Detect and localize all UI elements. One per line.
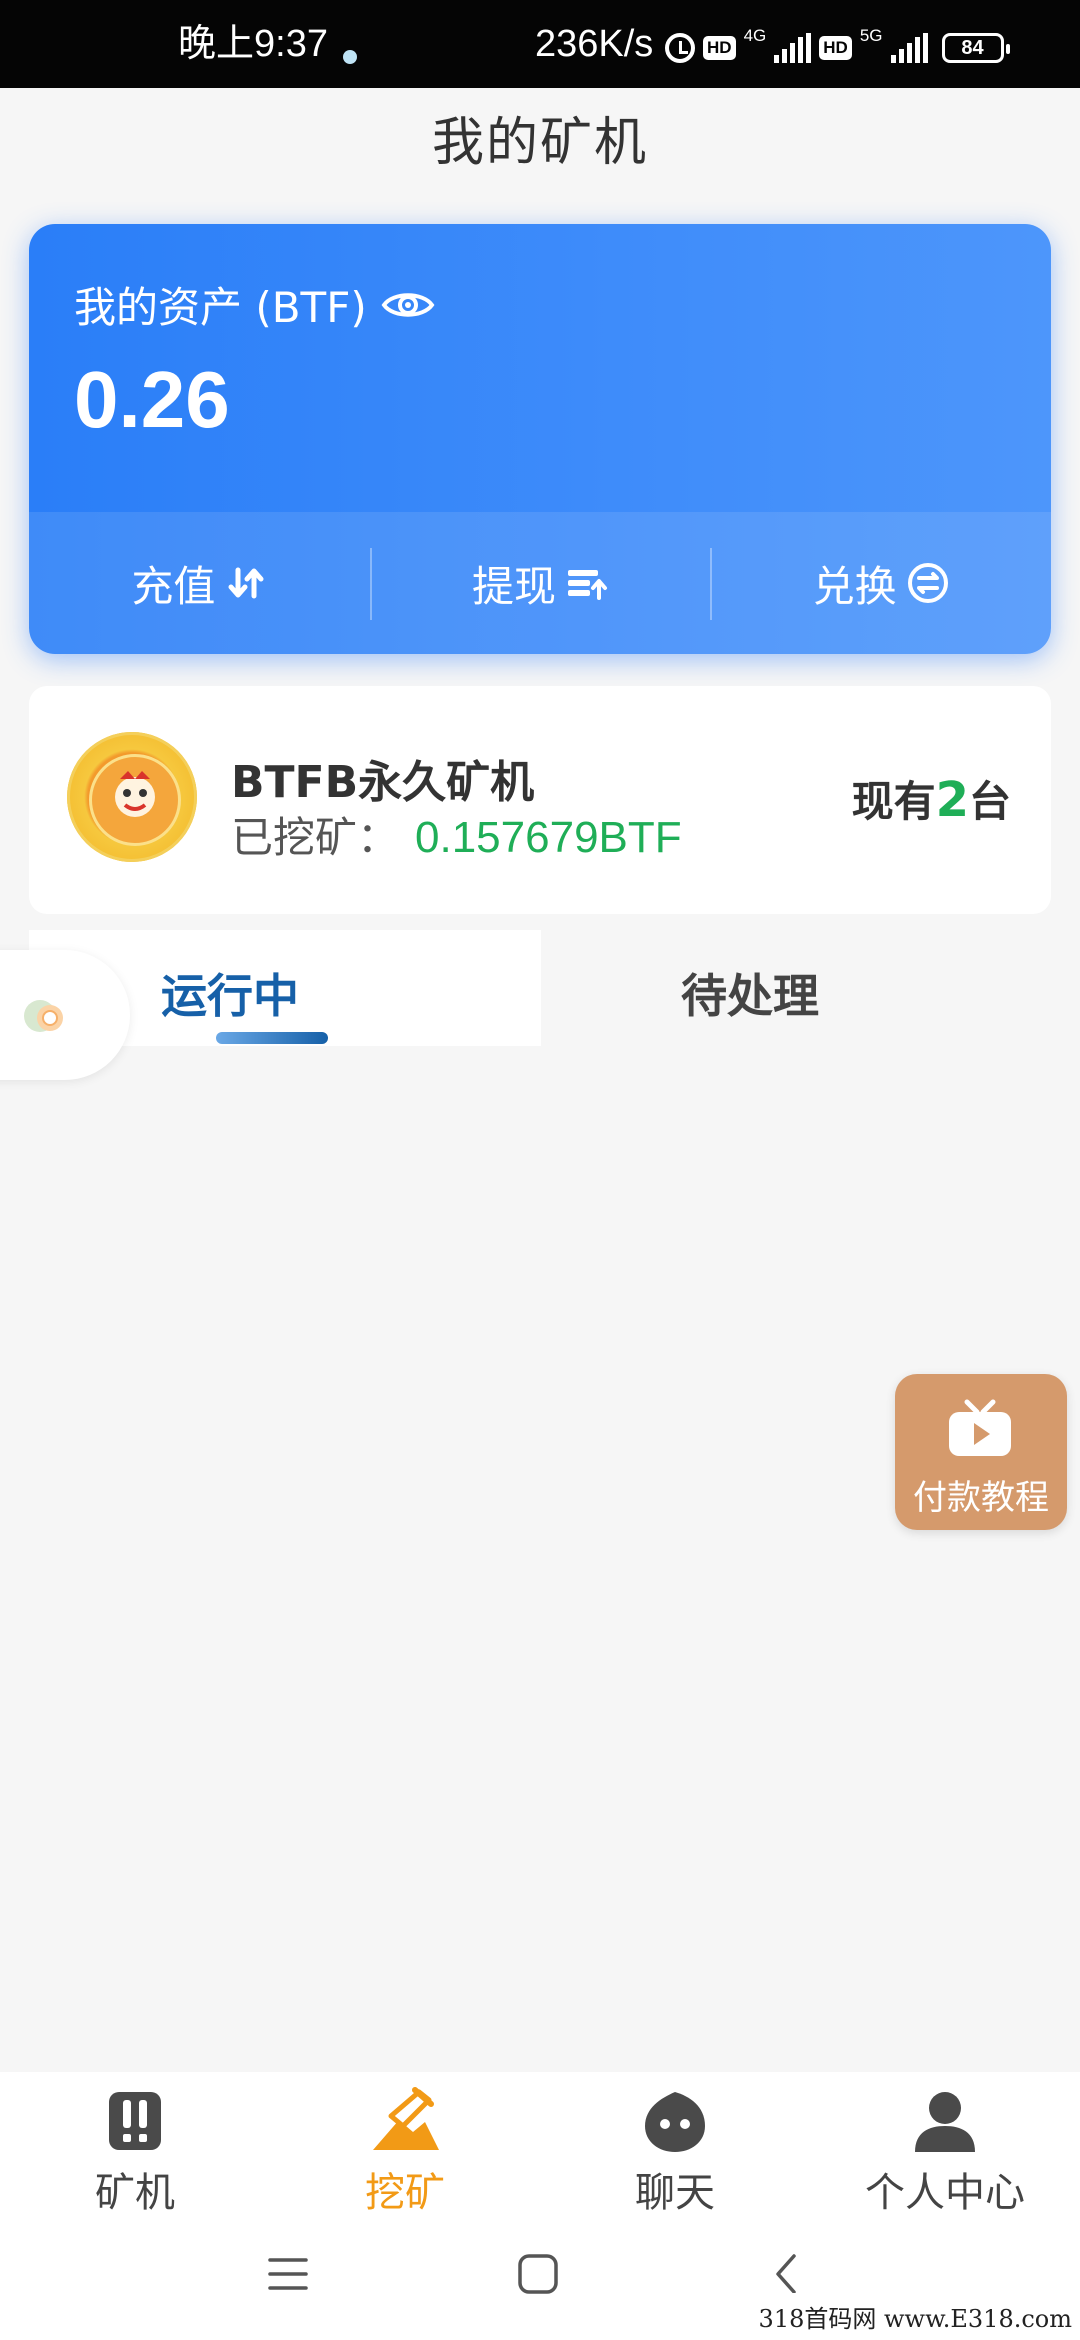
home-icon[interactable] <box>516 2252 560 2296</box>
mined-label: 已挖矿： <box>231 813 400 862</box>
status-bar: 晚上9:37 236K/s HD 4G HD 5G 84 <box>0 0 1080 88</box>
page-title: 我的矿机 <box>431 113 648 173</box>
asset-label-row: 我的资产 (BTF) <box>74 274 435 335</box>
asset-value: 0.26 <box>74 355 230 444</box>
miner-card[interactable]: BTFB永久矿机 已挖矿： 0.157679BTF 现有2台 <box>29 686 1051 914</box>
payment-tutorial-button[interactable]: 付款教程 <box>895 1374 1067 1530</box>
tiger-face-icon <box>115 771 155 817</box>
nav-label-profile: 个人中心 <box>865 2170 1025 2216</box>
signal-icon <box>890 33 928 63</box>
alarm-icon <box>665 33 695 63</box>
nav-label-mining: 挖矿 <box>365 2170 445 2216</box>
menu-icon[interactable] <box>266 2252 310 2296</box>
miner-count: 现有2台 <box>852 768 1011 829</box>
recharge-button[interactable]: 充值 <box>29 512 370 654</box>
count-prefix: 现有 <box>851 777 936 826</box>
bottom-nav: 矿机 挖矿 聊天 个人中心 <box>0 2072 1080 2222</box>
tv-play-icon <box>949 1399 1011 1456</box>
tab-active-indicator <box>216 1032 328 1044</box>
transfer-arrows-icon <box>228 567 264 599</box>
count-number: 2 <box>935 772 969 828</box>
battery-icon: 84 <box>941 33 1010 63</box>
back-icon[interactable] <box>766 2252 810 2296</box>
asset-card: 我的资产 (BTF) 0.26 充值 提现 兑换 <box>29 224 1051 654</box>
notification-dot-icon <box>343 50 357 64</box>
mined-value: 0.157679BTF <box>415 813 682 862</box>
hd-badge: HD <box>819 36 852 60</box>
nav-item-profile[interactable]: 个人中心 <box>810 2072 1080 2222</box>
miner-icon <box>109 2092 161 2150</box>
mining-icon <box>373 2087 439 2150</box>
hd-badge: HD <box>703 36 736 60</box>
withdraw-icon <box>568 570 608 600</box>
nav-label-chat: 聊天 <box>635 2170 715 2216</box>
eye-icon[interactable] <box>381 287 435 323</box>
status-icons: HD 4G HD 5G 84 <box>665 26 1010 68</box>
payment-tutorial-label: 付款教程 <box>913 1478 1049 1518</box>
count-suffix: 台 <box>968 777 1011 826</box>
tiger-coin-icon <box>67 732 197 862</box>
nav-item-chat[interactable]: 聊天 <box>540 2072 810 2222</box>
withdraw-label: 提现 <box>472 561 557 611</box>
exchange-label: 兑换 <box>812 561 897 611</box>
chat-icon <box>645 2092 705 2152</box>
nav-label-miner: 矿机 <box>95 2170 175 2216</box>
profile-icon <box>915 2092 975 2152</box>
miner-name: BTFB永久矿机 <box>231 757 535 808</box>
asset-label: 我的资产 (BTF) <box>74 283 367 332</box>
recharge-label: 充值 <box>131 561 216 611</box>
exchange-button[interactable]: 兑换 <box>710 512 1051 654</box>
float-ball-icon <box>24 1000 63 1032</box>
tab-pending[interactable]: 待处理 <box>560 960 1030 1026</box>
signal-icon <box>774 33 812 63</box>
status-time: 晚上9:37 <box>178 23 328 65</box>
asset-actions: 充值 提现 兑换 <box>29 512 1051 654</box>
network-speed: 236K/s <box>535 23 654 65</box>
network-type-label: 4G <box>743 26 767 45</box>
coin-face <box>89 754 181 846</box>
nav-item-miner[interactable]: 矿机 <box>0 2072 270 2222</box>
network-type-label: 5G <box>859 26 883 45</box>
mined-row: 已挖矿： 0.157679BTF <box>231 804 682 865</box>
nav-item-mining[interactable]: 挖矿 <box>270 2072 540 2222</box>
withdraw-button[interactable]: 提现 <box>369 512 711 654</box>
battery-level: 84 <box>961 36 984 59</box>
exchange-icon <box>907 563 948 603</box>
floating-side-button[interactable] <box>0 950 130 1080</box>
watermark: 318首码网 www.E318.com <box>750 2293 1080 2340</box>
